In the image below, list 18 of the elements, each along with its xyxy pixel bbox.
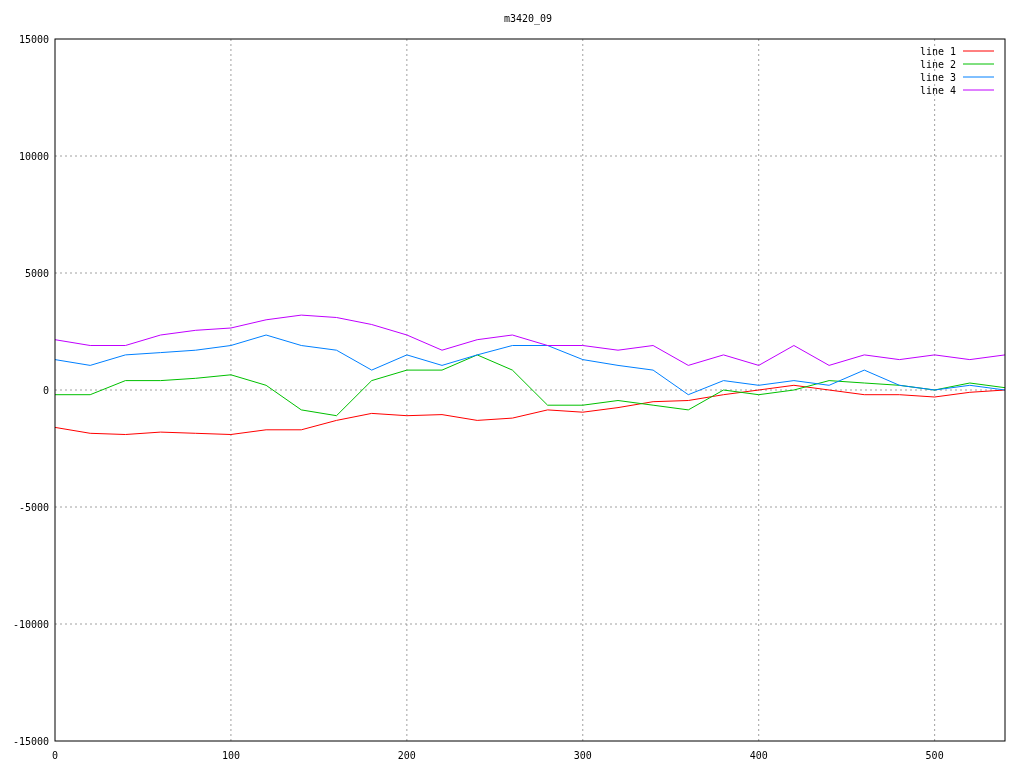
x-tick-label: 0 [52,750,58,761]
chart-title: m3420_09 [503,13,553,24]
legend-label: line 2 [919,59,956,70]
x-tick-label: 200 [397,750,416,761]
legend-label: line 3 [919,72,956,83]
y-tick-label: 0 [42,385,49,396]
y-tick-label: -5000 [18,502,49,513]
x-tick-label: 400 [749,750,768,761]
y-tick-label: 15000 [18,34,49,45]
x-tick-label: 100 [221,750,240,761]
y-tick-label: -10000 [12,619,49,630]
x-tick-label: 300 [573,750,592,761]
y-tick-label: 5000 [24,268,49,279]
x-tick-label: 500 [925,750,944,761]
y-tick-label: -15000 [12,736,49,747]
y-tick-label: 10000 [18,151,49,162]
legend-label: line 4 [919,85,956,96]
legend-label: line 1 [919,46,956,57]
